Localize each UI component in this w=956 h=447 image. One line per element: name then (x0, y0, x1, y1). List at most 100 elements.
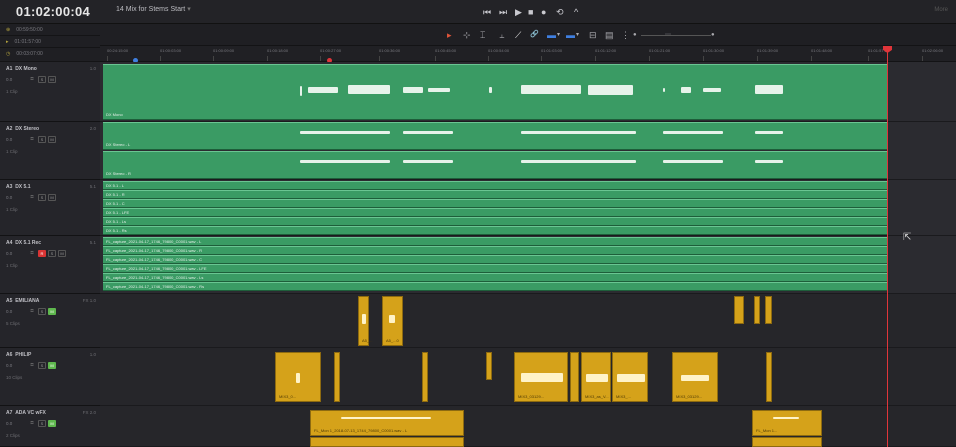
audio-clip-a4-channel[interactable]: FL_capture_2021-04-17_1746_79800_C0001.w… (103, 282, 887, 291)
lock-icon[interactable]: ⚿ (28, 194, 36, 201)
track-volume[interactable]: 0.0 (6, 309, 12, 314)
track-header-a6[interactable]: A6 PHILIP 1.0 0.0 ⚿ S M 10 Clips (0, 348, 100, 406)
audio-clip-a7[interactable]: FL_Mon 1_2018-07-13_1744_79800_C0001.wav… (310, 410, 464, 436)
track-volume[interactable]: 0.0 (6, 363, 12, 368)
track-volume[interactable]: 0.0 (6, 137, 12, 142)
audio-clip-a6[interactable]: MIX3_03129... (514, 352, 568, 402)
track-header-a4[interactable]: A4 DX 5.1 Rec 5.1 0.0 ⚿ R S M 1 Clip (0, 236, 100, 294)
lane-a7[interactable] (100, 406, 956, 447)
play-icon[interactable]: ▶ (515, 7, 522, 17)
lock-icon[interactable]: ⚿ (28, 420, 36, 427)
track-header-a2[interactable]: A2 DX Stereo 2.0 0.0 ⚿ S M 1 Clip (0, 122, 100, 180)
marker-dropdown-icon[interactable]: ▾ (576, 30, 579, 40)
zoom-in-icon[interactable]: ● (711, 30, 715, 40)
audio-clip-a4-channel[interactable]: FL_capture_2021-04-17_1746_79800_C0001.w… (103, 264, 887, 273)
audio-clip-a7[interactable]: FL_Mon 1... (752, 410, 822, 436)
audio-clip-a3-channel[interactable]: DX 5.1 - Rs (103, 226, 887, 235)
track-volume[interactable]: 0.0 (6, 251, 12, 256)
loop-icon[interactable]: ⟲ (556, 7, 564, 17)
record-icon[interactable]: ● (541, 7, 546, 17)
range-tool-icon[interactable]: ⊹ (463, 30, 471, 40)
audio-clip-a1[interactable]: DX Mono (103, 64, 887, 120)
solo-button[interactable]: S (38, 194, 46, 201)
blade-tool-icon[interactable]: ⌶ (480, 30, 485, 40)
stop-icon[interactable]: ■ (528, 7, 533, 17)
solo-button[interactable]: S (38, 420, 46, 427)
flag-dropdown-icon[interactable]: ▾ (557, 30, 560, 40)
mute-button[interactable]: M (48, 308, 56, 315)
audio-clip-a7[interactable] (752, 437, 822, 447)
audio-clip-a3-channel[interactable]: DX 5.1 - LFE (103, 208, 887, 217)
lane-a5[interactable] (100, 294, 956, 348)
marker-icon[interactable]: ▬ (566, 30, 575, 40)
audio-clip-a6[interactable] (766, 352, 772, 402)
timeline-ruler[interactable]: 00:24:15:00 01:00:03:00 01:00:09:00 01:0… (100, 46, 956, 62)
waveform-view-icon[interactable]: ▤ (605, 30, 614, 40)
audio-clip-a3-channel[interactable]: DX 5.1 - C (103, 199, 887, 208)
audio-clip-a5[interactable] (765, 296, 772, 324)
track-header-a1[interactable]: A1 DX Mono 1.0 0.0 ⚿ S M 1 Clip (0, 62, 100, 122)
track-volume[interactable]: 0.0 (6, 421, 12, 426)
audio-clip-a6[interactable]: MIX3_0... (275, 352, 321, 402)
timecode-display[interactable]: 01:02:00:04 (8, 1, 98, 23)
audio-clip-a6[interactable] (570, 352, 579, 402)
mute-button[interactable]: M (48, 362, 56, 369)
lock-icon[interactable]: ⚿ (28, 136, 36, 143)
audio-clip-a5[interactable]: A5_...0 (382, 296, 403, 346)
timeline-name-dropdown[interactable]: 14 Mix for Stems Start (116, 5, 191, 13)
audio-clip-a6[interactable] (422, 352, 428, 402)
lock-icon[interactable]: ⚿ (28, 76, 36, 83)
solo-button[interactable]: S (38, 308, 46, 315)
overflow-icon[interactable]: ^ (574, 7, 578, 17)
more-menu[interactable]: More (934, 7, 948, 13)
flag-icon[interactable]: ▬ (547, 30, 556, 40)
audio-clip-a3-channel[interactable]: DX 5.1 - Ls (103, 217, 887, 226)
audio-clip-a5[interactable] (734, 296, 744, 324)
chain-icon[interactable]: 🔗 (530, 30, 539, 40)
solo-button[interactable]: S (38, 76, 46, 83)
timeline-tracks[interactable]: DX Mono DX Stereo - L DX Stereo - R DX 5… (100, 62, 956, 447)
mute-button[interactable]: M (48, 420, 56, 427)
zoom-slider-track[interactable] (641, 35, 711, 36)
audio-clip-a6[interactable]: MIX3_... (612, 352, 648, 402)
lock-icon[interactable]: ⚿ (28, 362, 36, 369)
mute-button[interactable]: M (48, 194, 56, 201)
solo-button[interactable]: S (38, 136, 46, 143)
mute-button[interactable]: M (48, 76, 56, 83)
link-icon[interactable]: ⟋ (515, 30, 521, 40)
track-header-a7[interactable]: A7 ADA VC wFX FX 2.0 0.0 ⚿ S M 2 Clips (0, 406, 100, 447)
record-arm-button[interactable]: R (38, 250, 46, 257)
pointer-tool-icon[interactable]: ▸ (447, 30, 452, 40)
solo-button[interactable]: S (38, 362, 46, 369)
mute-button[interactable]: M (48, 136, 56, 143)
mute-button[interactable]: M (58, 250, 66, 257)
lock-icon[interactable]: ⚿ (28, 308, 36, 315)
audio-clip-a5[interactable]: A5_... (358, 296, 372, 346)
audio-clip-a7[interactable] (310, 437, 464, 447)
playhead-line[interactable] (887, 46, 888, 447)
audio-clip-a3-channel[interactable]: DX 5.1 - R (103, 190, 887, 199)
solo-button[interactable]: S (48, 250, 56, 257)
track-header-a3[interactable]: A3 DX 5.1 5.1 0.0 ⚿ S M 1 Clip (0, 180, 100, 236)
audio-clip-a6[interactable] (486, 352, 492, 380)
options-icon[interactable]: ⋮ (621, 30, 630, 40)
rewind-icon[interactable]: ⏮ (483, 7, 491, 17)
audio-clip-a3-channel[interactable]: DX 5.1 - L (103, 181, 887, 190)
audio-clip-a4-channel[interactable]: FL_capture_2021-04-17_1746_79800_C0001.w… (103, 246, 887, 255)
zoom-out-icon[interactable]: ● (633, 30, 637, 40)
track-view-icon[interactable]: ⊟ (589, 30, 597, 40)
audio-clip-a5[interactable] (754, 296, 760, 324)
audio-clip-a4-channel[interactable]: FL_capture_2021-04-17_1746_79800_C0001.w… (103, 273, 887, 282)
audio-clip-a6[interactable]: MIX3_as_V... (581, 352, 611, 402)
track-volume[interactable]: 0.0 (6, 195, 12, 200)
track-volume[interactable]: 0.0 (6, 77, 12, 82)
audio-clip-a6[interactable] (334, 352, 340, 402)
audio-clip-a4-channel[interactable]: FL_capture_2021-04-17_1746_79800_C0001.w… (103, 255, 887, 264)
audio-clip-a4-channel[interactable]: FL_capture_2021-04-17_1746_79800_C0001.w… (103, 237, 887, 246)
audio-clip-a2-left[interactable]: DX Stereo - L (103, 122, 887, 150)
fast-forward-icon[interactable]: ⏭ (499, 7, 507, 17)
lock-icon[interactable]: ⚿ (28, 250, 36, 257)
audio-clip-a6[interactable]: MIX3_03129... (672, 352, 718, 402)
audio-clip-a2-right[interactable]: DX Stereo - R (103, 151, 887, 179)
snap-icon[interactable]: ⫠ (499, 30, 504, 40)
